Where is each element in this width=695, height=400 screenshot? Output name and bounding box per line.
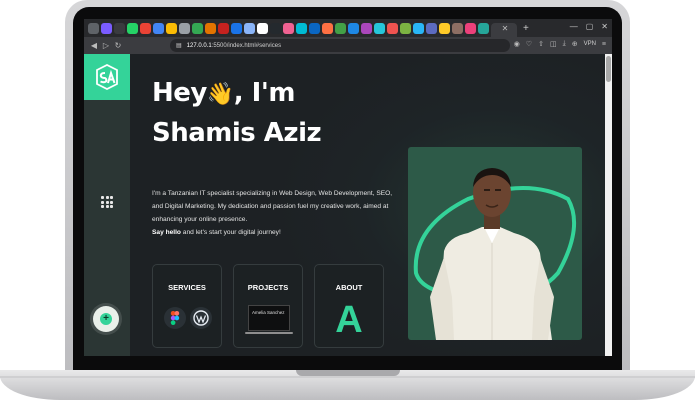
tab-icon[interactable]	[309, 22, 320, 34]
tab-icon[interactable]	[478, 22, 489, 34]
laptop-base-edge	[0, 376, 695, 378]
url-field[interactable]: ▤ 127.0.0.1:5500/index.html#services	[170, 39, 510, 52]
tab-icon[interactable]	[296, 22, 307, 34]
vpn-icon[interactable]: ⊕	[572, 40, 578, 48]
tab-icon[interactable]	[452, 22, 463, 34]
window-controls: — ▢ ✕	[570, 22, 608, 31]
tab-icon[interactable]	[439, 22, 450, 34]
tab-icon[interactable]	[387, 22, 398, 34]
tab-icon[interactable]	[179, 22, 190, 34]
project-thumbnail: Amelia Sanchez	[248, 305, 290, 331]
project-thumb-text: Amelia Sanchez	[252, 310, 285, 315]
tab-bar: ✕ + — ▢ ✕	[84, 19, 612, 37]
tab-icon[interactable]	[335, 22, 346, 34]
url-host: 127.0.0.1	[186, 42, 212, 49]
projects-title: PROJECTS	[247, 283, 289, 292]
tab-icon[interactable]	[218, 22, 229, 34]
tab-icon[interactable]	[101, 22, 112, 34]
services-icons	[164, 307, 212, 329]
laptop-notch	[296, 370, 400, 376]
new-tab-button[interactable]: +	[523, 23, 529, 34]
scrollbar-thumb[interactable]	[606, 56, 611, 82]
tab-icon[interactable]	[192, 22, 203, 34]
tab-icon[interactable]	[374, 22, 385, 34]
reload-button[interactable]: ↻	[112, 41, 124, 50]
camera-icon[interactable]: ◫	[550, 40, 557, 48]
download-icon[interactable]: ⤓	[563, 40, 566, 48]
tab-icon[interactable]	[465, 22, 476, 34]
about-letter: A	[335, 299, 363, 341]
greeting-text: Hey	[152, 78, 207, 108]
sidebar: +	[84, 54, 130, 356]
hero-intro: I'm a Tanzanian IT specialist specializi…	[152, 187, 400, 239]
tab-icon[interactable]	[153, 22, 164, 34]
tab-icon[interactable]	[413, 22, 424, 34]
vpn-label[interactable]: VPN	[584, 41, 596, 47]
url-path: :5500/index.html#services	[211, 42, 282, 49]
profile-photo	[408, 147, 582, 340]
extension-icon[interactable]: ◉	[514, 40, 520, 48]
tab-icon[interactable]	[322, 22, 333, 34]
tab-icon[interactable]	[140, 22, 151, 34]
wordpress-icon	[190, 307, 212, 329]
cta-rest: and let's start your digital journey!	[180, 229, 281, 236]
screen: ✕ + — ▢ ✕ ◀ ▷ ↻ ▤ 127.0.0.1:5500/index.h…	[84, 19, 612, 356]
hero-heading: Hey👋, I'm Shamis Aziz	[152, 74, 322, 152]
tab-icon[interactable]	[426, 22, 437, 34]
logo-icon	[96, 64, 118, 90]
tab-active[interactable]: ✕	[491, 23, 517, 37]
tab-icon[interactable]	[283, 22, 294, 34]
tab-icon[interactable]	[114, 22, 125, 34]
plus-fab-button[interactable]: +	[93, 306, 119, 332]
waving-hand-icon: 👋	[206, 82, 234, 107]
figma-icon	[164, 307, 186, 329]
page-icon: ▤	[176, 43, 182, 49]
tab-icon[interactable]	[231, 22, 242, 34]
close-window-icon[interactable]: ✕	[601, 22, 608, 31]
portrait-illustration	[413, 168, 577, 340]
address-bar: ◀ ▷ ↻ ▤ 127.0.0.1:5500/index.html#servic…	[84, 37, 612, 54]
maximize-icon[interactable]: ▢	[586, 22, 594, 31]
tab-icon[interactable]	[270, 22, 281, 34]
tab-icon[interactable]	[361, 22, 372, 34]
tab-icon[interactable]	[166, 22, 177, 34]
bookmark-icon[interactable]: ♡	[526, 40, 532, 48]
services-title: SERVICES	[168, 283, 206, 292]
minimize-icon[interactable]: —	[570, 22, 578, 31]
services-card[interactable]: SERVICES	[152, 264, 222, 348]
intro-text: I'm a Tanzanian IT specialist specializi…	[152, 190, 393, 223]
tab-icon[interactable]	[127, 22, 138, 34]
about-title: ABOUT	[335, 283, 363, 292]
scrollbar-track[interactable]	[605, 54, 612, 356]
greeting-line: Hey👋, I'm	[152, 74, 321, 114]
sa-logo[interactable]	[84, 54, 130, 100]
tab-icon[interactable]	[88, 22, 99, 34]
back-button[interactable]: ◀	[88, 41, 100, 50]
plus-icon: +	[100, 313, 112, 325]
close-tab-icon[interactable]: ✕	[502, 24, 509, 33]
grid-menu-icon[interactable]	[101, 196, 113, 208]
forward-button[interactable]: ▷	[100, 41, 112, 50]
tab-icon[interactable]	[244, 22, 255, 34]
url-text: 127.0.0.1:5500/index.html#services	[187, 43, 281, 49]
hero-name: Shamis Aziz	[152, 118, 322, 148]
tab-icon[interactable]	[400, 22, 411, 34]
laptop-thumb-base	[245, 332, 293, 334]
webpage: + Hey👋, I'm Shamis Aziz I'm a Tanzanian …	[84, 54, 612, 356]
menu-icon[interactable]: ≡	[602, 41, 606, 48]
share-icon[interactable]: ⇧	[538, 40, 544, 48]
tab-icon[interactable]	[257, 22, 268, 34]
tab-icon[interactable]	[205, 22, 216, 34]
toolbar-right: ◉ ♡ ⇧ ◫ ⤓ ⊕ VPN ≡	[514, 40, 606, 48]
about-card[interactable]: ABOUT A	[314, 264, 384, 348]
greeting-suffix: , I'm	[233, 78, 296, 108]
tab-icon[interactable]	[348, 22, 359, 34]
cta-bold: Say hello	[152, 229, 181, 236]
projects-card[interactable]: PROJECTS Amelia Sanchez	[233, 264, 303, 348]
